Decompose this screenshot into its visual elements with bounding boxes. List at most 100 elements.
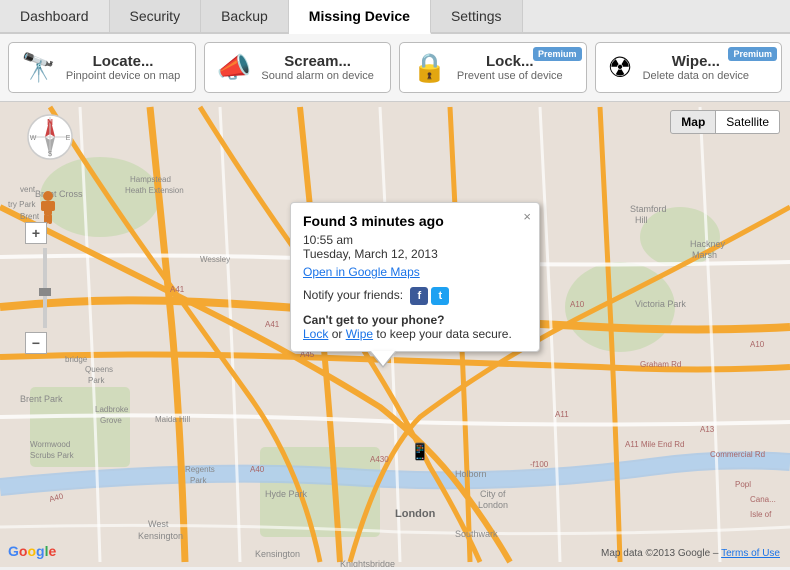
svg-text:Park: Park (190, 476, 207, 485)
map-toggle-satellite[interactable]: Satellite (716, 110, 780, 134)
popup-wipe-link[interactable]: Wipe (346, 327, 373, 341)
svg-text:City of: City of (480, 489, 506, 499)
svg-text:A13: A13 (700, 425, 715, 434)
google-letter-o2: o (27, 543, 36, 559)
svg-text:vent: vent (20, 185, 36, 194)
scream-subtitle: Sound alarm on device (261, 70, 374, 82)
svg-text:Holborn: Holborn (455, 469, 487, 479)
svg-text:Grove: Grove (100, 416, 122, 425)
google-letter-g: G (8, 543, 19, 559)
location-popup: × Found 3 minutes ago 10:55 am Tuesday, … (290, 202, 540, 352)
popup-suffix: to keep your data secure. (373, 327, 512, 341)
notify-label: Notify your friends: (303, 288, 403, 302)
svg-text:S: S (48, 151, 53, 158)
locate-button[interactable]: 🔭 Locate... Pinpoint device on map (8, 42, 196, 93)
zoom-slider[interactable] (43, 248, 47, 328)
wipe-button[interactable]: Premium ☢ Wipe... Delete data on device (595, 42, 783, 93)
svg-text:Brent Park: Brent Park (20, 394, 63, 404)
svg-text:Hackney: Hackney (690, 239, 726, 249)
popup-tail (371, 351, 395, 366)
map-toggle-map[interactable]: Map (670, 110, 716, 134)
svg-text:Scrubs Park: Scrubs Park (30, 451, 75, 460)
svg-text:A11 Mile End Rd: A11 Mile End Rd (625, 440, 684, 449)
svg-text:Wessley: Wessley (200, 255, 230, 264)
lock-premium-badge: Premium (533, 47, 582, 61)
popup-date: Tuesday, March 12, 2013 (303, 247, 527, 261)
svg-text:Marsh: Marsh (692, 250, 717, 260)
scream-button[interactable]: 📣 Scream... Sound alarm on device (204, 42, 392, 93)
svg-text:-f100: -f100 (530, 460, 549, 469)
locate-title: Locate... (66, 53, 180, 70)
svg-text:London: London (395, 508, 436, 520)
map-attribution: Map data ©2013 Google – Terms of Use (601, 548, 780, 559)
google-logo: Google (8, 543, 56, 559)
locate-subtitle: Pinpoint device on map (66, 70, 180, 82)
lock-subtitle: Prevent use of device (457, 70, 563, 82)
svg-text:Hyde Park: Hyde Park (265, 489, 308, 499)
map-toggle: Map Satellite (670, 110, 780, 134)
svg-text:try Park: try Park (8, 200, 37, 209)
scream-title: Scream... (261, 53, 374, 70)
svg-text:Isle of: Isle of (750, 510, 772, 519)
lock-icon: 🔒 (412, 51, 447, 84)
svg-text:West: West (148, 519, 169, 529)
svg-text:A11: A11 (555, 410, 569, 419)
tab-backup[interactable]: Backup (201, 0, 289, 32)
svg-text:Queens: Queens (85, 365, 113, 374)
tab-settings[interactable]: Settings (431, 0, 523, 32)
tab-security[interactable]: Security (110, 0, 202, 32)
popup-close-button[interactable]: × (523, 209, 531, 224)
zoom-handle[interactable] (39, 288, 51, 296)
svg-text:Commercial Rd: Commercial Rd (710, 450, 765, 459)
facebook-share-button[interactable]: f (410, 287, 428, 305)
svg-text:N: N (47, 118, 53, 127)
map-zoom: + − (25, 222, 47, 354)
tab-dashboard[interactable]: Dashboard (0, 0, 110, 32)
svg-text:Victoria Park: Victoria Park (635, 299, 686, 309)
wipe-premium-badge: Premium (728, 47, 777, 61)
svg-text:Regents: Regents (185, 465, 215, 474)
map-container[interactable]: Brent Cross Hampstead Heath Extension St… (0, 102, 790, 567)
svg-text:Heath Extension: Heath Extension (125, 186, 184, 195)
zoom-out-button[interactable]: − (25, 332, 47, 354)
lock-button[interactable]: Premium 🔒 Lock... Prevent use of device (399, 42, 587, 93)
google-letter-g2: g (36, 543, 45, 559)
google-letter-e: e (48, 543, 56, 559)
svg-text:A10: A10 (750, 340, 765, 349)
svg-text:Ladbroke: Ladbroke (95, 405, 129, 414)
popup-time: 10:55 am (303, 233, 527, 247)
svg-text:Hill: Hill (635, 215, 648, 225)
map-data-text: Map data ©2013 Google (601, 548, 710, 559)
svg-text:Graham Rd: Graham Rd (640, 360, 681, 369)
map-compass[interactable]: N S W E (25, 112, 75, 162)
popup-lock-link[interactable]: Lock (303, 327, 328, 341)
action-bar: 🔭 Locate... Pinpoint device on map 📣 Scr… (0, 34, 790, 102)
wipe-icon: ☢ (608, 51, 633, 84)
svg-text:Popl: Popl (735, 480, 751, 489)
social-share-icons: f t (410, 287, 449, 305)
svg-text:Southwark: Southwark (455, 529, 498, 539)
tab-missing-device[interactable]: Missing Device (289, 0, 431, 34)
svg-text:bridge: bridge (65, 355, 88, 364)
twitter-share-button[interactable]: t (431, 287, 449, 305)
svg-text:London: London (478, 500, 508, 510)
scream-icon: 📣 (217, 51, 252, 84)
svg-text:A40: A40 (250, 465, 265, 474)
terms-of-use-link[interactable]: Terms of Use (721, 548, 780, 559)
cant-get-title: Can't get to your phone? (303, 313, 445, 327)
map-background: Brent Cross Hampstead Heath Extension St… (0, 102, 790, 567)
popup-or-text: or (328, 327, 345, 341)
svg-text:A41: A41 (170, 285, 185, 294)
svg-text:Maida Hill: Maida Hill (155, 415, 190, 424)
svg-text:Cana...: Cana... (750, 495, 776, 504)
popup-notify-row: Notify your friends: f t (303, 287, 527, 305)
open-google-maps-link[interactable]: Open in Google Maps (303, 265, 527, 279)
svg-text:A41: A41 (265, 320, 280, 329)
svg-text:Kensington: Kensington (138, 531, 183, 541)
svg-text:W: W (30, 135, 37, 142)
wipe-subtitle: Delete data on device (643, 70, 749, 82)
svg-text:E: E (66, 135, 71, 142)
zoom-in-button[interactable]: + (25, 222, 47, 244)
navigation-tabs: Dashboard Security Backup Missing Device… (0, 0, 790, 34)
svg-text:Knightsbridge: Knightsbridge (340, 559, 395, 567)
